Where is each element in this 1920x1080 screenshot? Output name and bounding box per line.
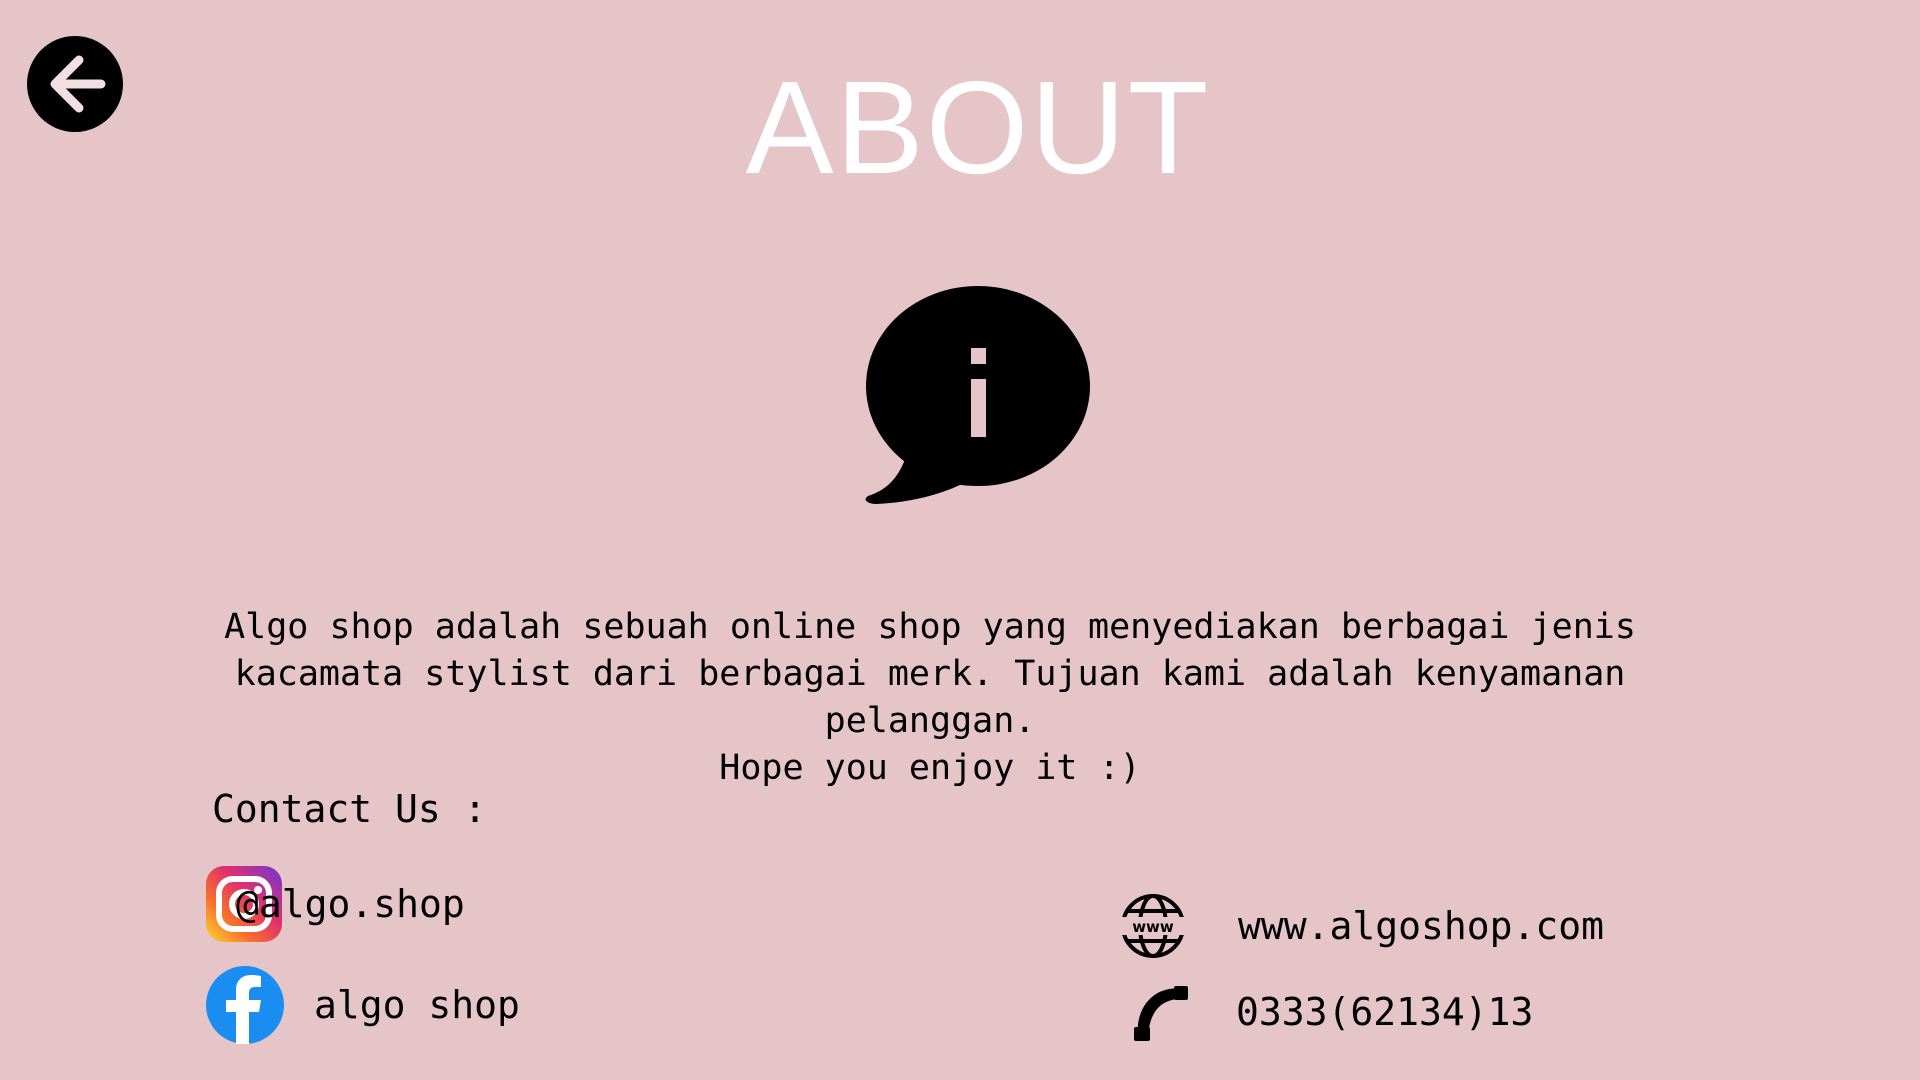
website-label: www.algoshop.com	[1238, 904, 1605, 948]
facebook-icon	[206, 966, 284, 1044]
facebook-contact[interactable]: algo shop	[206, 966, 520, 1044]
info-speech-bubble-icon	[862, 284, 1092, 504]
website-contact[interactable]: www www.algoshop.com	[1120, 893, 1604, 959]
page-title: ABOUT	[745, 54, 1211, 201]
phone-label: 0333(62134)13	[1236, 990, 1534, 1034]
contact-heading: Contact Us :	[212, 787, 487, 831]
phone-contact[interactable]: 0333(62134)13	[1130, 983, 1533, 1041]
phone-icon	[1130, 983, 1188, 1041]
instagram-label: @algo.shop	[236, 882, 465, 926]
facebook-label: algo shop	[314, 983, 520, 1027]
svg-text:www: www	[1132, 918, 1174, 936]
instagram-contact[interactable]: @algo.shop	[206, 866, 465, 942]
globe-www-icon: www	[1120, 893, 1186, 959]
about-description: Algo shop adalah sebuah online shop yang…	[224, 607, 1636, 788]
